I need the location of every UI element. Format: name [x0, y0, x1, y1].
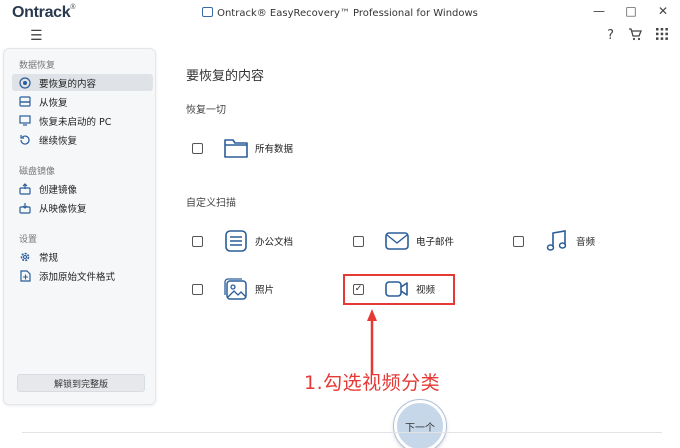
sidebar: 数据恢复 要恢复的内容 从恢复 恢复未启动的 PC 继续恢复 磁盘镜像 创建镜像…: [3, 48, 156, 405]
annotation-text: 1.勾选视频分类: [304, 372, 441, 394]
checkbox-email[interactable]: [353, 235, 364, 247]
unlock-full-version-button[interactable]: 解锁到完整版: [17, 374, 145, 392]
option-photos[interactable]: 照片: [192, 277, 274, 301]
sidebar-item-restore-from-image[interactable]: 从映像恢复: [12, 199, 153, 216]
video-highlight-box: [343, 274, 455, 305]
main-content: 要恢复的内容 恢复一切 所有数据 自定义扫描 办公文档 电子邮件 音频 照片 ✓…: [156, 48, 680, 448]
sidebar-item-general[interactable]: 常规: [12, 248, 153, 265]
next-button[interactable]: 下一个: [394, 400, 446, 448]
window-title: Ontrack® EasyRecovery™ Professional for …: [0, 7, 680, 19]
help-icon[interactable]: ?: [607, 28, 614, 45]
checkbox-office-documents[interactable]: [192, 235, 203, 247]
option-audio[interactable]: 音频: [513, 229, 595, 253]
target-icon: [18, 76, 32, 89]
hamburger-menu-icon[interactable]: ☰: [30, 28, 43, 44]
checkbox-all-data[interactable]: [192, 142, 203, 154]
checkbox-audio[interactable]: [513, 235, 524, 247]
recover-all-label: 恢复一切: [186, 105, 226, 116]
sidebar-item-recover-from[interactable]: 从恢复: [12, 93, 153, 110]
add-format-icon: [18, 269, 32, 282]
gear-icon: [18, 251, 32, 263]
photo-icon: [223, 277, 249, 301]
option-office-documents[interactable]: 办公文档: [192, 229, 293, 253]
section-label-disk-image: 磁盘镜像: [19, 167, 56, 177]
maximize-button[interactable]: □: [624, 4, 638, 18]
close-button[interactable]: ✕: [656, 4, 670, 18]
sidebar-item-recover-unbootable-pc[interactable]: 恢复未启动的 PC: [12, 112, 153, 129]
minimize-button[interactable]: —: [592, 4, 606, 18]
sidebar-item-create-image[interactable]: 创建镜像: [12, 180, 153, 197]
window-controls: — □ ✕: [592, 4, 670, 18]
option-all-data[interactable]: 所有数据: [192, 136, 293, 160]
title-bar: Ontrack® Ontrack® EasyRecovery™ Professi…: [0, 0, 680, 28]
section-label-data-recovery: 数据恢复: [19, 61, 56, 71]
annotation-arrow-icon: [367, 309, 377, 375]
email-icon: [384, 229, 410, 253]
music-icon: [544, 229, 570, 253]
drive-icon: [18, 96, 32, 108]
checkbox-photos[interactable]: [192, 283, 203, 295]
create-image-icon: [18, 182, 32, 195]
bottom-divider: [22, 432, 662, 433]
sidebar-item-add-raw-format[interactable]: 添加原始文件格式: [12, 267, 153, 284]
toolbar: ☰ ?: [0, 26, 680, 46]
cart-icon[interactable]: [628, 28, 642, 45]
sidebar-item-what-to-recover[interactable]: 要恢复的内容: [12, 74, 153, 91]
document-icon: [223, 229, 249, 253]
restore-image-icon: [18, 202, 32, 214]
section-label-settings: 设置: [19, 235, 38, 245]
app-icon: [202, 7, 214, 17]
resume-icon: [18, 134, 32, 146]
sidebar-item-resume-recovery[interactable]: 继续恢复: [12, 131, 153, 148]
folder-icon: [223, 136, 249, 160]
custom-scan-label: 自定义扫描: [186, 198, 236, 209]
pc-icon: [18, 115, 32, 127]
apps-grid-icon[interactable]: [656, 28, 668, 45]
page-title: 要恢复的内容: [186, 69, 265, 84]
option-email[interactable]: 电子邮件: [353, 229, 454, 253]
